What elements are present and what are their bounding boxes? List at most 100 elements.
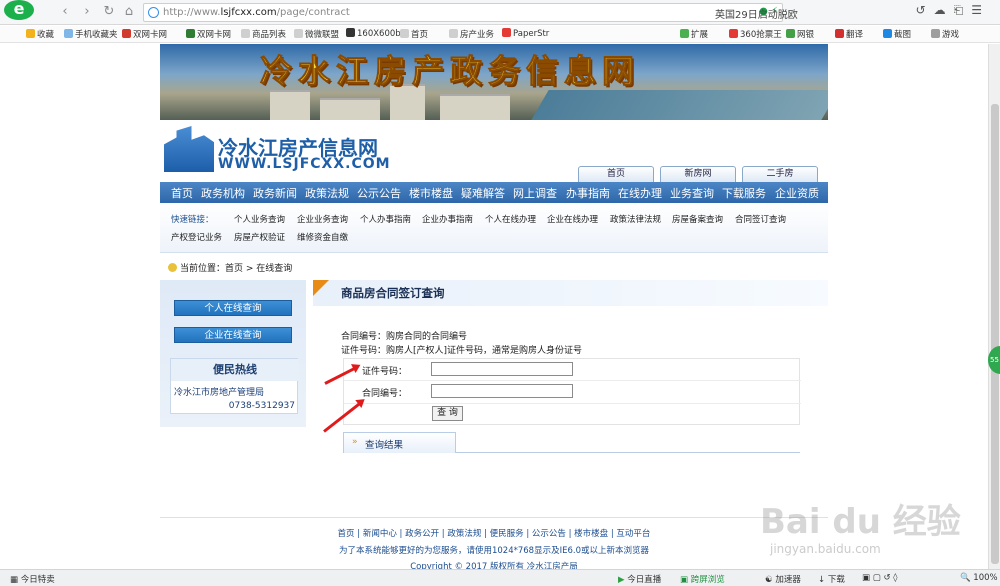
url-text: http://www.lsjfcxx.com/page/contract — [163, 7, 350, 18]
hotline-phone: 0738-5312937 — [228, 401, 295, 411]
result-divider — [456, 452, 800, 453]
quick-link[interactable]: 企业业务查询 — [297, 213, 348, 225]
quick-link[interactable]: 政策法律法规 — [610, 213, 661, 225]
bookmark-item[interactable]: 房产业务 — [449, 28, 494, 40]
query-button[interactable]: 查 询 — [432, 406, 463, 421]
banner-building — [440, 94, 510, 120]
quick-link[interactable]: 个人在线办理 — [485, 213, 536, 225]
description-contract: 合同编号：购房合同的合同编号 — [341, 332, 468, 342]
location-icon — [168, 263, 177, 272]
status-icons[interactable]: ▣ ▢ ↺ ◊ — [862, 573, 898, 583]
nav-item[interactable]: 在线办理 — [618, 185, 662, 201]
bookmarks-bar: 收藏 手机收藏夹 双网卡网 双网卡网 商品列表 微微联盟 160X600b 首页… — [0, 26, 1000, 43]
footer-links[interactable]: 首页 | 新闻中心 | 政务公开 | 政策法规 | 便民服务 | 公示公告 | … — [160, 527, 828, 539]
quick-links-label: 快速链接： — [171, 215, 214, 225]
news-ticker[interactable]: 英国29日启动脱欧 — [715, 6, 798, 21]
bookmark-item[interactable]: 微微联盟 — [294, 28, 339, 40]
scrollbar-thumb[interactable] — [991, 104, 999, 564]
site-banner: 冷水江房产政务信息网 — [160, 44, 828, 120]
hotline-box: 便民热线 冷水江市房地产管理局 0738-5312937 — [170, 358, 299, 414]
bookmark-item[interactable]: 手机收藏夹 — [64, 28, 118, 40]
scrollbar[interactable] — [988, 44, 1000, 569]
banner-building — [270, 90, 310, 120]
breadcrumb-text[interactable]: 当前位置：首页 > 在线查询 — [180, 264, 292, 274]
result-tab[interactable]: » 查询结果 — [343, 432, 456, 453]
nav-item[interactable]: 政务新闻 — [253, 185, 297, 201]
nav-item[interactable]: 政策法规 — [305, 185, 349, 201]
nav-item[interactable]: 业务查询 — [670, 185, 714, 201]
status-bar: ▦ 今日特卖 ▶ 今日直播 ▣ 跨屏浏览 ☯ 加速器 ↓ 下载 ▣ ▢ ↺ ◊ … — [0, 569, 1000, 586]
home-icon[interactable]: ⌂ — [121, 4, 137, 20]
id-number-field[interactable] — [431, 362, 573, 376]
personal-query-button[interactable]: 个人在线查询 — [174, 300, 292, 316]
bookmark-item[interactable]: 收藏 — [26, 28, 54, 40]
sidebar: 个人在线查询 企业在线查询 便民热线 冷水江市房地产管理局 0738-53129… — [160, 280, 306, 427]
bookmark-item[interactable]: 扩展 — [680, 28, 708, 40]
quick-link[interactable]: 个人办事指南 — [360, 213, 411, 225]
corner-triangle-icon — [313, 280, 329, 296]
quick-link[interactable]: 合同签订查询 — [735, 213, 786, 225]
quick-link[interactable]: 个人业务查询 — [234, 213, 285, 225]
footer-note: 为了本系统能够更好的为您服务，请使用1024*768显示及IE6.0或以上新本浏… — [338, 546, 649, 556]
nav-item[interactable]: 企业资质 — [775, 185, 819, 201]
bookmark-item[interactable]: 160X600b — [346, 28, 401, 39]
deals-link[interactable]: ▦ 今日特卖 — [10, 573, 55, 585]
browser-toolbar: e ‹ › ↻ ⌂ http://www.lsjfcxx.com/page/co… — [0, 0, 1000, 25]
nav-item[interactable]: 网上调查 — [513, 185, 557, 201]
contract-number-label: 合同编号： — [362, 389, 408, 399]
play-icon: ▶ — [618, 575, 625, 585]
nav-item[interactable]: 疑难解答 — [461, 185, 505, 201]
breadcrumb: 当前位置：首页 > 在线查询 — [168, 261, 292, 274]
quick-link[interactable]: 企业办事指南 — [422, 213, 473, 225]
bookmark-item[interactable]: 商品列表 — [241, 28, 286, 40]
nav-item[interactable]: 政务机构 — [201, 185, 245, 201]
tab-new-house[interactable]: 新房网 — [660, 166, 736, 182]
accelerator-link[interactable]: ☯ 加速器 — [765, 573, 801, 585]
quick-link[interactable]: 产权登记业务 — [171, 231, 222, 243]
nav-item[interactable]: 首页 — [171, 185, 193, 201]
description-id: 证件号码：购房人[产权人]证件号码，通常是购房人身份证号 — [341, 346, 583, 356]
toolbar-tools[interactable]: ↺☁⎗☰ — [916, 3, 990, 18]
nav-item[interactable]: 楼市楼盘 — [409, 185, 453, 201]
bookmark-item[interactable]: 首页 — [400, 28, 428, 40]
bookmark-item[interactable]: PaperStr — [502, 28, 549, 39]
bookmark-item[interactable]: 游戏 — [931, 28, 959, 40]
bookmark-item[interactable]: 网银 — [786, 28, 814, 40]
tab-second-hand[interactable]: 二手房 — [742, 166, 818, 182]
quick-link[interactable]: 房屋产权验证 — [234, 231, 285, 243]
zoom-level[interactable]: 🔍 100% — [960, 573, 998, 583]
quick-link[interactable]: 企业在线办理 — [547, 213, 598, 225]
back-icon[interactable]: ‹ — [57, 4, 73, 20]
bookmark-item[interactable]: 截图 — [883, 28, 911, 40]
nav-item[interactable]: 公示公告 — [357, 185, 401, 201]
quick-link[interactable]: 维修资金自缴 — [297, 231, 348, 243]
tab-home[interactable]: 首页 — [578, 166, 654, 182]
forward-icon[interactable]: › — [79, 4, 95, 20]
buildings-logo-icon — [164, 126, 214, 172]
quick-link[interactable]: 房屋备案查询 — [672, 213, 723, 225]
double-arrow-icon: » — [352, 437, 358, 447]
zoom-label: 100% — [973, 573, 998, 583]
nav-item[interactable]: 办事指南 — [566, 185, 610, 201]
cross-screen-label: 跨屏浏览 — [690, 575, 725, 585]
cross-screen-link[interactable]: ▣ 跨屏浏览 — [680, 573, 725, 585]
download-link[interactable]: ↓ 下载 — [818, 573, 845, 585]
download-label: 下载 — [827, 575, 845, 585]
company-query-button[interactable]: 企业在线查询 — [174, 327, 292, 343]
live-link[interactable]: ▶ 今日直播 — [618, 573, 661, 585]
address-bar[interactable]: http://www.lsjfcxx.com/page/contract ● ⚡ — [143, 3, 783, 22]
refresh-icon[interactable]: ↻ — [101, 4, 117, 20]
main-nav: 首页 政务机构 政务新闻 政策法规 公示公告 楼市楼盘 疑难解答 网上调查 办事… — [160, 182, 828, 203]
bookmark-item[interactable]: 双网卡网 — [186, 28, 231, 40]
content-header: 商品房合同签订查询 — [313, 280, 828, 306]
site-url: WWW.LSJFCXX.COM — [218, 156, 391, 172]
nav-item[interactable]: 下载服务 — [722, 185, 766, 201]
bookmark-item[interactable]: 双网卡网 — [122, 28, 167, 40]
contract-number-field[interactable] — [431, 384, 573, 398]
bookmark-item[interactable]: 360抢票王 — [729, 28, 782, 40]
bookmark-item[interactable]: 翻译 — [835, 28, 863, 40]
deals-label: 今日特卖 — [20, 575, 55, 585]
page-title: 商品房合同签订查询 — [341, 286, 445, 300]
live-label: 今日直播 — [627, 575, 662, 585]
id-number-label: 证件号码： — [362, 367, 408, 377]
